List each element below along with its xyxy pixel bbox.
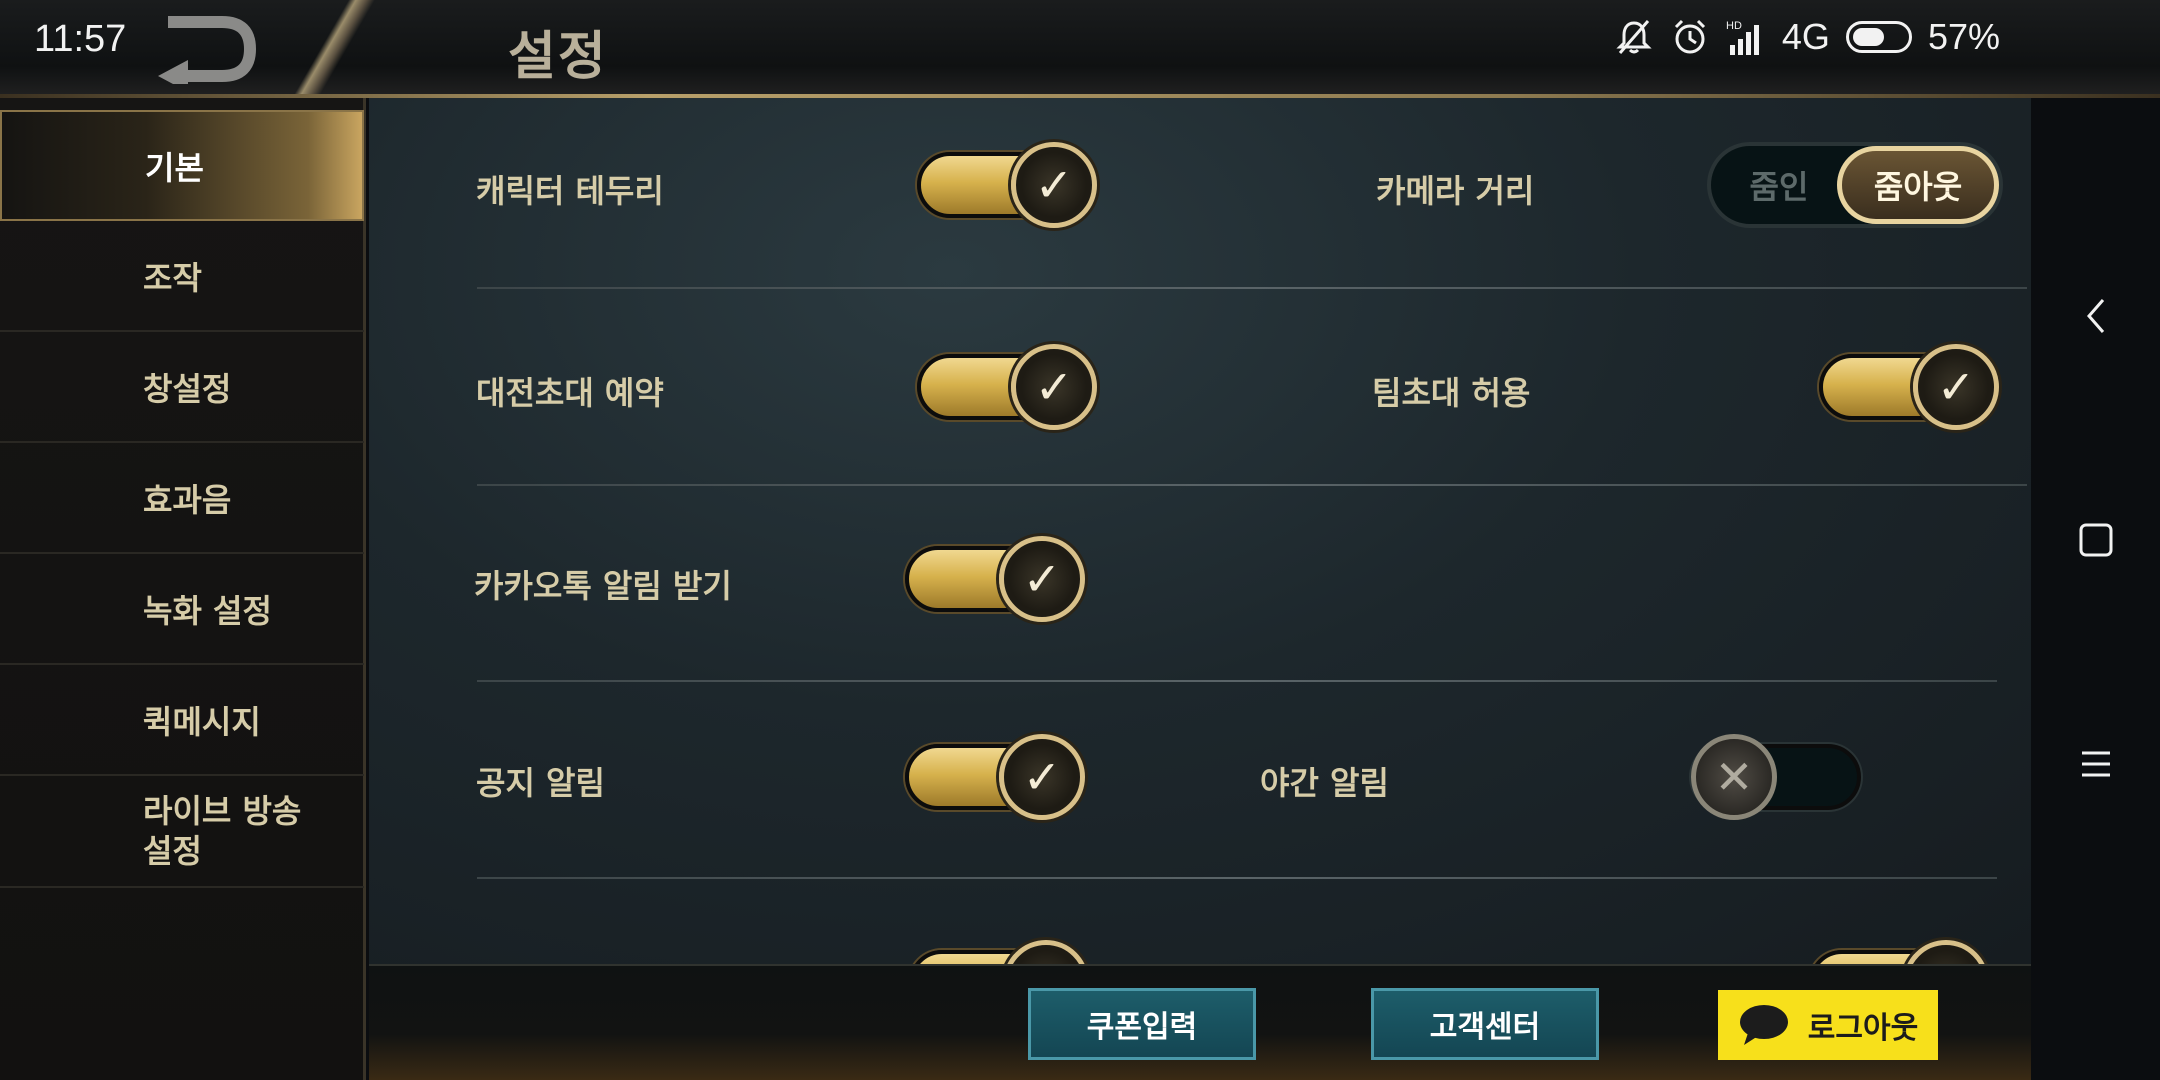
square-icon	[2079, 523, 2113, 557]
sidebar-item-label: 퀵메시지	[143, 702, 261, 741]
back-button[interactable]	[150, 14, 260, 92]
sidebar-item-controls[interactable]: 조작	[0, 221, 364, 332]
sidebar-item-label: 라이브 방송 설정	[143, 792, 302, 870]
zoom-in-option[interactable]: 줌인	[1719, 146, 1839, 224]
coupon-button-label: 쿠폰입력	[1086, 1010, 1198, 1045]
nav-home-button[interactable]	[2072, 516, 2120, 564]
sidebar-item-label: 조작	[143, 258, 202, 297]
toggle-knob: ✓	[1003, 940, 1089, 964]
toggle-knob: ✓	[1011, 142, 1097, 228]
match-invite-reserve-toggle[interactable]: ✓	[917, 344, 1097, 430]
chevron-left-icon	[2087, 299, 2105, 333]
row-divider	[477, 877, 1997, 879]
notice-notify-toggle[interactable]: ✓	[905, 734, 1085, 820]
header-ornament	[290, 0, 380, 98]
toggle-knob: ✓	[999, 734, 1085, 820]
camera-distance-label: 카메라 거리	[1376, 172, 1535, 210]
network-type: 4G	[1781, 16, 1830, 57]
bell-off-icon	[1616, 20, 1652, 54]
check-icon: ✓	[1034, 360, 1074, 414]
battery-percent: 57%	[1927, 16, 2000, 57]
sidebar-item-sound[interactable]: 효과음	[0, 443, 364, 554]
system-navigation-bar	[2032, 98, 2160, 1080]
settings-sidebar: 기본 조작 창설정 효과음 녹화 설정 퀵메시지 라이브 방송 설정	[0, 98, 366, 1080]
alarm-icon	[1674, 19, 1705, 54]
row-divider	[477, 484, 2027, 486]
top-header: 11:57 설정 HD 4G 57%	[0, 0, 2160, 98]
sidebar-item-label: 효과음	[143, 480, 232, 519]
logout-button[interactable]: 로그아웃	[1718, 990, 1938, 1060]
match-invite-reserve-label: 대전초대 예약	[476, 374, 664, 412]
toggle-knob: ✓	[1913, 344, 1999, 430]
night-notify-toggle[interactable]: ✕	[1691, 734, 1871, 820]
sidebar-item-window[interactable]: 창설정	[0, 332, 364, 443]
close-icon: ✕	[1714, 750, 1754, 804]
allow-team-invite-label: 팀초대 허용	[1372, 374, 1531, 412]
battery-icon	[1845, 21, 1912, 53]
check-icon: ✓	[1022, 750, 1062, 804]
nav-back-button[interactable]	[2072, 292, 2120, 340]
signal-icon: HD	[1726, 20, 1759, 55]
nav-menu-button[interactable]	[2072, 740, 2120, 788]
support-button[interactable]: 고객센터	[1371, 988, 1599, 1060]
menu-icon	[2082, 751, 2110, 777]
allow-team-invite-toggle[interactable]: ✓	[1819, 344, 1999, 430]
check-icon: ✓	[1927, 956, 1966, 964]
toggle-knob: ✕	[1691, 734, 1777, 820]
next-row-toggle-right[interactable]: ✓	[1809, 940, 1989, 964]
back-arrow-icon	[158, 16, 257, 92]
zoom-out-option[interactable]: 줌아웃	[1837, 146, 1999, 224]
coupon-button[interactable]: 쿠폰입력	[1028, 988, 1256, 1060]
kakaotalk-notify-label: 카카오톡 알림 받기	[474, 567, 732, 605]
sidebar-item-quick-message[interactable]: 퀵메시지	[0, 665, 364, 776]
character-outline-label: 캐릭터 테두리	[476, 172, 664, 210]
bottom-action-bar: 쿠폰입력 고객센터 로그아웃	[369, 964, 2031, 1080]
toggle-knob: ✓	[1011, 344, 1097, 430]
notice-notify-label: 공지 알림	[476, 764, 605, 802]
toggle-knob: ✓	[1903, 940, 1989, 964]
page-title: 설정	[508, 27, 608, 87]
sidebar-item-label: 창설정	[143, 369, 232, 408]
character-outline-toggle[interactable]: ✓	[917, 142, 1097, 228]
settings-panel: 캐릭터 테두리 ✓ 카메라 거리 줌인 줌아웃 대전초대 예약 ✓ 팀초대 허용…	[369, 98, 2031, 964]
sidebar-item-live-stream[interactable]: 라이브 방송 설정	[0, 776, 364, 888]
status-icons: HD 4G 57%	[1614, 16, 2000, 58]
check-icon: ✓	[1034, 158, 1074, 212]
logout-button-label: 로그아웃	[1807, 1011, 1919, 1046]
row-divider	[477, 680, 1997, 682]
check-icon: ✓	[1027, 956, 1066, 964]
kakao-chat-icon	[1739, 1005, 1788, 1045]
sidebar-item-basic[interactable]: 기본	[0, 110, 364, 221]
sidebar-item-label: 녹화 설정	[143, 591, 272, 630]
check-icon: ✓	[1936, 360, 1976, 414]
night-notify-label: 야간 알림	[1260, 764, 1389, 802]
battery-level-fill	[1852, 28, 1884, 46]
kakaotalk-notify-toggle[interactable]: ✓	[905, 536, 1085, 622]
svg-text:HD: HD	[1726, 20, 1742, 32]
sidebar-item-label: 기본	[145, 148, 204, 187]
status-clock: 11:57	[34, 18, 127, 60]
check-icon: ✓	[1022, 552, 1062, 606]
toggle-knob: ✓	[999, 536, 1085, 622]
sidebar-item-recording[interactable]: 녹화 설정	[0, 554, 364, 665]
row-divider	[477, 287, 2027, 289]
camera-distance-switch[interactable]: 줌인 줌아웃	[1707, 142, 2003, 228]
next-row-toggle-left[interactable]: ✓	[909, 940, 1089, 964]
support-button-label: 고객센터	[1429, 1010, 1541, 1045]
